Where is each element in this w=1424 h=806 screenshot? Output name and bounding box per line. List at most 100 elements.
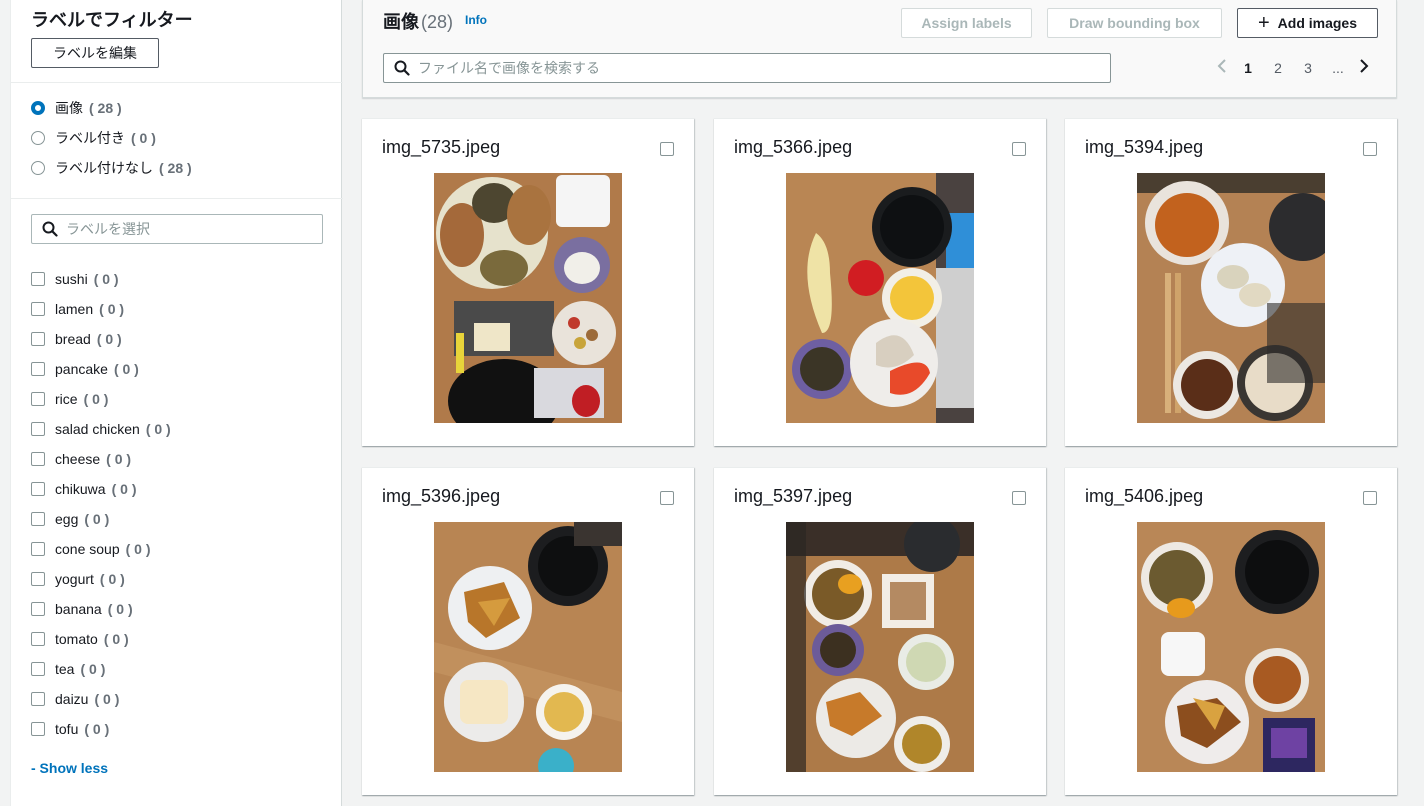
label-item-tomato[interactable]: tomato ( 0 ) [31, 624, 171, 654]
page-2[interactable]: 2 [1263, 60, 1293, 76]
image-card[interactable]: img_5397.jpeg [714, 467, 1046, 795]
image-thumbnail[interactable] [434, 522, 622, 772]
chevron-right-icon[interactable] [1353, 58, 1375, 79]
image-card[interactable]: img_5366.jpeg [714, 118, 1046, 446]
label-name: yogurt [55, 571, 94, 587]
checkbox[interactable] [31, 422, 45, 436]
file-search-input[interactable] [418, 60, 1098, 76]
info-link[interactable]: Info [465, 13, 487, 27]
checkbox[interactable] [31, 722, 45, 736]
checkbox[interactable] [31, 632, 45, 646]
label-item-bread[interactable]: bread ( 0 ) [31, 324, 171, 354]
checkbox[interactable] [31, 392, 45, 406]
radio-all-images[interactable]: 画像 ( 28 ) [31, 98, 122, 118]
label-search-field[interactable] [31, 214, 323, 244]
label-name: tofu [55, 721, 79, 737]
page-ellipsis: ... [1332, 60, 1344, 76]
image-select-checkbox[interactable] [660, 142, 674, 156]
image-thumbnail[interactable] [786, 173, 974, 423]
label-name: cone soup [55, 541, 120, 557]
label-name: chikuwa [55, 481, 106, 497]
label-item-salad-chicken[interactable]: salad chicken ( 0 ) [31, 414, 171, 444]
radio-button[interactable] [31, 161, 45, 175]
image-card[interactable]: img_5406.jpeg [1065, 467, 1397, 795]
label-name: banana [55, 601, 102, 617]
label-name: lamen [55, 301, 94, 317]
image-select-checkbox[interactable] [1012, 491, 1026, 505]
label-count: ( 0 ) [99, 571, 125, 587]
radio-unlabeled[interactable]: ラベル付けなし ( 28 ) [31, 158, 192, 178]
image-thumbnail[interactable] [1137, 173, 1325, 423]
checkbox[interactable] [31, 332, 45, 346]
image-thumbnail[interactable] [434, 173, 622, 423]
label-item-pancake[interactable]: pancake ( 0 ) [31, 354, 171, 384]
plus-icon: + [1257, 12, 1270, 34]
label-count: ( 0 ) [103, 631, 129, 647]
image-select-checkbox[interactable] [1363, 491, 1377, 505]
radio-label: ラベル付き [55, 130, 125, 146]
image-select-checkbox[interactable] [660, 491, 674, 505]
label-count: ( 0 ) [99, 301, 125, 317]
label-count: ( 0 ) [96, 331, 122, 347]
checkbox[interactable] [31, 362, 45, 376]
checkbox[interactable] [31, 482, 45, 496]
divider [11, 82, 343, 83]
label-checkbox-list: sushi( 0 ) lamen( 0 ) bread( 0 ) pancake… [31, 264, 171, 744]
label-count: ( 0 ) [80, 661, 106, 677]
label-item-lamen[interactable]: lamen ( 0 ) [31, 294, 171, 324]
add-images-button[interactable]: + Add images [1237, 8, 1378, 38]
label-item-cheese[interactable]: cheese ( 0 ) [31, 444, 171, 474]
radio-count: ( 0 ) [131, 130, 156, 146]
label-item-yogurt[interactable]: yogurt ( 0 ) [31, 564, 171, 594]
radio-labeled[interactable]: ラベル付き ( 0 ) [31, 128, 156, 148]
divider [11, 198, 343, 199]
radio-button[interactable] [31, 131, 45, 145]
image-filename: img_5396.jpeg [382, 486, 501, 506]
show-less-link[interactable]: - Show less [31, 760, 108, 776]
page-3[interactable]: 3 [1293, 60, 1323, 76]
page-1[interactable]: 1 [1233, 60, 1263, 76]
image-card[interactable]: img_5394.jpeg [1065, 118, 1397, 446]
image-card[interactable]: img_5396.jpeg [362, 467, 694, 795]
edit-labels-button[interactable]: ラベルを編集 [31, 38, 159, 68]
label-item-banana[interactable]: banana ( 0 ) [31, 594, 171, 624]
checkbox[interactable] [31, 272, 45, 286]
image-card[interactable]: img_5735.jpeg [362, 118, 694, 446]
label-search-input[interactable] [66, 221, 306, 237]
checkbox[interactable] [31, 542, 45, 556]
label-item-sushi[interactable]: sushi ( 0 ) [31, 264, 171, 294]
label-item-egg[interactable]: egg ( 0 ) [31, 504, 171, 534]
image-select-checkbox[interactable] [1012, 142, 1026, 156]
checkbox[interactable] [31, 662, 45, 676]
image-filename: img_5397.jpeg [734, 486, 853, 506]
image-thumbnail[interactable] [1137, 522, 1325, 772]
checkbox[interactable] [31, 602, 45, 616]
label-count: ( 0 ) [145, 421, 171, 437]
image-filename: img_5735.jpeg [382, 137, 501, 157]
checkbox[interactable] [31, 302, 45, 316]
image-count: (28) [421, 12, 454, 32]
radio-label: 画像 [55, 100, 83, 116]
radio-button[interactable] [31, 101, 45, 115]
filter-sidebar: ラベルでフィルター ラベルを編集 画像 ( 28 ) ラベル付き ( 0 ) ラ… [10, 0, 343, 806]
checkbox[interactable] [31, 452, 45, 466]
assign-labels-button[interactable]: Assign labels [901, 8, 1032, 38]
image-select-checkbox[interactable] [1363, 142, 1377, 156]
label-item-cone-soup[interactable]: cone soup ( 0 ) [31, 534, 171, 564]
chevron-left-icon[interactable] [1211, 58, 1233, 79]
file-search-field[interactable] [383, 53, 1111, 83]
label-item-daizu[interactable]: daizu ( 0 ) [31, 684, 171, 714]
radio-label: ラベル付けなし [55, 160, 153, 176]
checkbox[interactable] [31, 692, 45, 706]
label-item-tofu[interactable]: tofu ( 0 ) [31, 714, 171, 744]
draw-bounding-box-button[interactable]: Draw bounding box [1047, 8, 1222, 38]
label-item-chikuwa[interactable]: chikuwa ( 0 ) [31, 474, 171, 504]
checkbox[interactable] [31, 512, 45, 526]
label-item-tea[interactable]: tea ( 0 ) [31, 654, 171, 684]
checkbox[interactable] [31, 572, 45, 586]
label-name: sushi [55, 271, 88, 287]
image-thumbnail[interactable] [786, 522, 974, 772]
image-filename: img_5366.jpeg [734, 137, 853, 157]
label-item-rice[interactable]: rice ( 0 ) [31, 384, 171, 414]
pagination: 1 2 3 ... [1211, 56, 1375, 80]
